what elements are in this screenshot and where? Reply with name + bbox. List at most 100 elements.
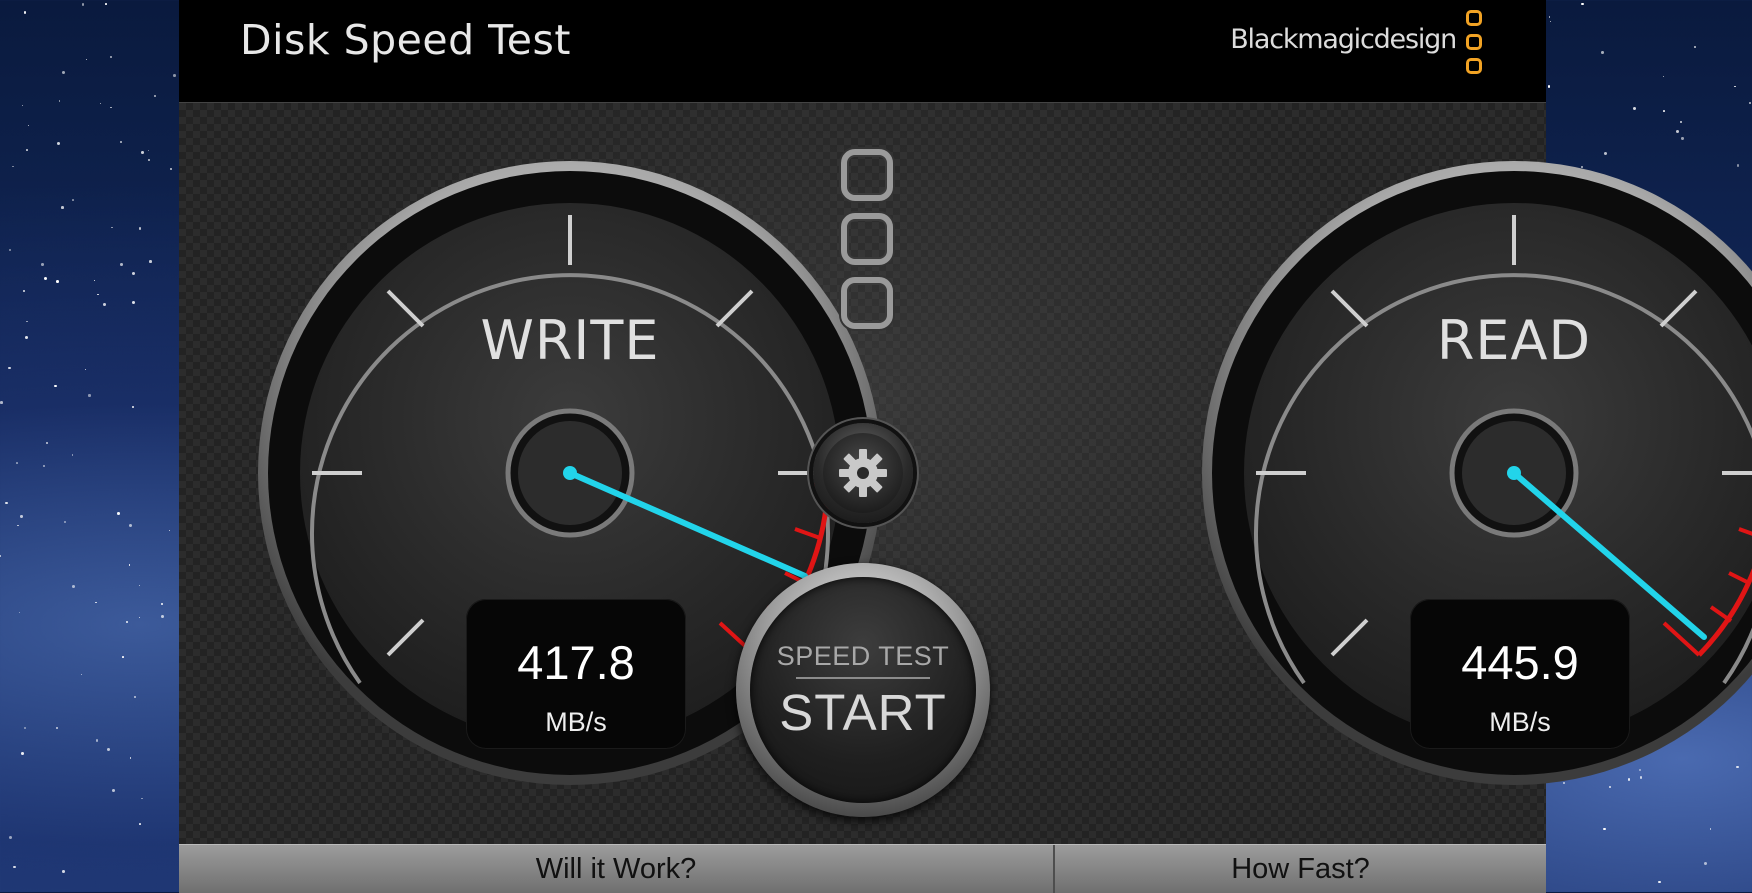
write-readout: 417.8 MB/s xyxy=(466,599,686,749)
star xyxy=(154,95,157,98)
settings-button[interactable] xyxy=(813,423,913,523)
star xyxy=(95,602,97,604)
star xyxy=(25,336,29,340)
star xyxy=(147,150,149,152)
star xyxy=(5,501,8,505)
star xyxy=(110,106,113,109)
star xyxy=(147,158,150,161)
star xyxy=(85,369,87,371)
star xyxy=(27,124,30,127)
read-value: 445.9 xyxy=(1461,636,1579,689)
star xyxy=(125,620,129,624)
write-value: 417.8 xyxy=(517,636,635,689)
speed-test-start-button[interactable]: SPEED TEST START xyxy=(736,563,990,817)
star xyxy=(110,226,113,229)
star xyxy=(1548,16,1550,18)
star xyxy=(81,3,84,6)
star xyxy=(149,260,152,263)
star xyxy=(16,462,18,464)
star xyxy=(55,727,58,730)
star xyxy=(103,302,107,306)
star xyxy=(107,747,111,751)
star xyxy=(23,11,27,14)
brand: Blackmagicdesign xyxy=(1228,10,1488,80)
star xyxy=(119,263,123,267)
write-label: WRITE xyxy=(480,309,660,372)
star xyxy=(13,865,16,868)
star xyxy=(139,585,141,587)
star xyxy=(128,563,131,566)
star xyxy=(170,168,173,171)
star xyxy=(22,104,24,107)
star xyxy=(161,614,165,618)
star xyxy=(1632,107,1636,110)
read-label: READ xyxy=(1436,309,1592,372)
star xyxy=(1603,827,1606,831)
title-bar: Disk Speed Test Blackmagicdesign xyxy=(179,0,1546,102)
star xyxy=(141,797,143,800)
star xyxy=(1662,75,1665,78)
will-it-work-button[interactable]: Will it Work? xyxy=(179,845,1055,893)
star xyxy=(8,835,13,839)
star xyxy=(45,442,48,445)
star xyxy=(117,512,120,515)
star xyxy=(122,656,124,658)
star xyxy=(57,141,61,145)
star xyxy=(111,789,115,793)
star xyxy=(88,394,91,397)
star xyxy=(62,70,66,74)
star xyxy=(1749,102,1752,105)
star xyxy=(40,263,44,267)
star xyxy=(1709,828,1712,830)
star xyxy=(26,320,29,323)
star xyxy=(109,56,112,59)
star xyxy=(97,294,99,296)
star xyxy=(8,366,11,370)
star xyxy=(23,289,26,292)
star xyxy=(23,726,27,730)
star xyxy=(139,227,142,230)
how-fast-button[interactable]: How Fast? xyxy=(1055,845,1546,893)
star xyxy=(85,59,88,61)
blackmagic-logo-icon xyxy=(838,149,902,339)
star xyxy=(1694,46,1697,48)
write-unit: MB/s xyxy=(545,707,607,737)
gear-icon xyxy=(823,433,903,513)
star xyxy=(9,248,12,251)
bottom-bar: Will it Work? How Fast? xyxy=(179,844,1546,893)
star xyxy=(129,757,131,759)
star xyxy=(138,616,141,619)
star xyxy=(133,696,136,699)
star xyxy=(0,400,3,404)
star xyxy=(71,453,74,456)
star xyxy=(161,603,164,606)
star xyxy=(80,673,82,675)
star xyxy=(95,739,99,743)
star xyxy=(21,752,25,755)
main-panel: WRITE 417.8 MB/s READ 445.9 MB/s SPEED T… xyxy=(179,102,1752,845)
star xyxy=(119,140,122,143)
star xyxy=(72,198,74,201)
app-title: Disk Speed Test xyxy=(240,16,571,64)
star xyxy=(1704,861,1708,865)
star xyxy=(93,280,95,282)
speed-test-label: SPEED TEST xyxy=(776,641,950,671)
star xyxy=(1581,2,1584,6)
star xyxy=(26,148,29,151)
star xyxy=(58,100,61,102)
star xyxy=(61,869,65,873)
star xyxy=(18,611,21,613)
brand-name: Blackmagicdesign xyxy=(1230,24,1457,55)
star xyxy=(43,464,46,467)
read-unit: MB/s xyxy=(1489,707,1551,737)
start-button-face: SPEED TEST START xyxy=(750,577,976,803)
brand-logo-icon xyxy=(1464,10,1488,80)
star xyxy=(99,102,102,105)
start-divider xyxy=(796,677,930,679)
star xyxy=(64,521,66,524)
star xyxy=(1658,881,1661,884)
star xyxy=(54,384,57,388)
star xyxy=(61,206,65,209)
star xyxy=(12,165,14,168)
star xyxy=(16,524,19,527)
